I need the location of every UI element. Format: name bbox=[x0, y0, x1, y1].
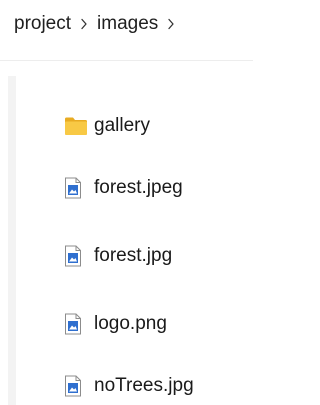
list-item-label: forest.jpg bbox=[94, 245, 173, 266]
file-list: gallery forest.jpeg forest.jpg logo.png … bbox=[0, 0, 253, 405]
list-item-label: gallery bbox=[94, 115, 150, 136]
list-item-label: logo.png bbox=[94, 313, 167, 334]
list-item-file-forest-jpg[interactable]: forest.jpg bbox=[64, 240, 172, 272]
list-item-label: forest.jpeg bbox=[94, 177, 183, 198]
image-file-icon bbox=[64, 244, 88, 268]
image-file-icon bbox=[64, 374, 88, 398]
list-item-file-notrees-jpg[interactable]: noTrees.jpg bbox=[64, 370, 194, 402]
image-file-icon bbox=[64, 312, 88, 336]
list-item-file-forest-jpeg[interactable]: forest.jpeg bbox=[64, 172, 183, 204]
list-item-label: noTrees.jpg bbox=[94, 375, 194, 396]
image-file-icon bbox=[64, 176, 88, 200]
list-item-folder-gallery[interactable]: gallery bbox=[64, 110, 150, 142]
list-item-file-logo-png[interactable]: logo.png bbox=[64, 308, 167, 340]
folder-icon bbox=[64, 114, 88, 138]
